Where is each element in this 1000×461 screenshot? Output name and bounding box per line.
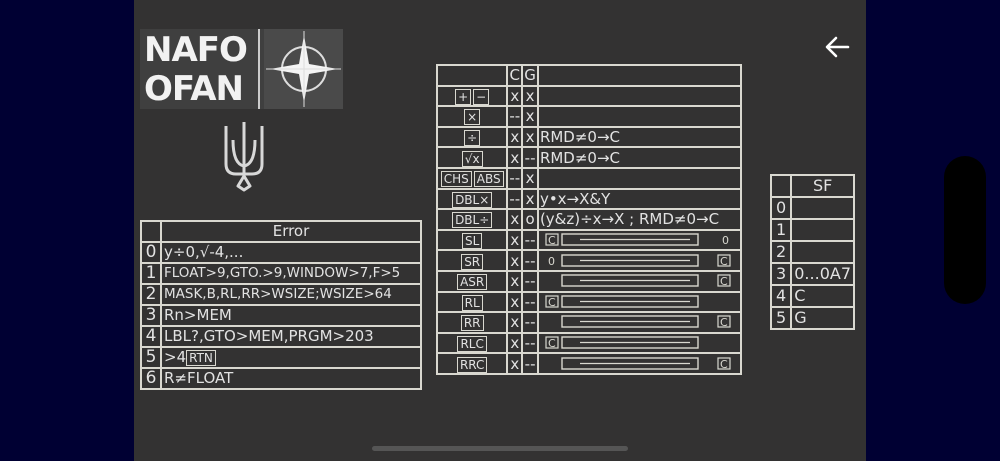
shift-diagram-sl: C0 xyxy=(545,233,729,247)
table-row: DBL÷ x o (y&z)÷x→X ; RMD≠0→C xyxy=(435,208,743,231)
table-row: √x x -- RMD≠0→C xyxy=(435,146,743,169)
key-6-0: DBL÷ xyxy=(452,212,493,229)
rtn-key: RTN xyxy=(186,350,216,366)
table-row: 0 y÷0,√-4,... xyxy=(140,241,422,264)
key-2-0: ÷ xyxy=(464,130,481,147)
shift-diagram-rr: C xyxy=(561,315,731,329)
error-header: Error xyxy=(160,220,422,243)
key-4-1: ABS xyxy=(473,171,504,188)
table-row: 2 xyxy=(769,240,855,264)
table-row: 5G xyxy=(769,306,855,330)
trident-icon xyxy=(224,122,264,192)
carry-label: C xyxy=(720,255,728,268)
zero-label: 0 xyxy=(548,255,555,268)
shift-diagram-sr: C0 xyxy=(548,253,731,268)
logo-divider xyxy=(258,29,260,109)
logo-line1: NAFO xyxy=(144,30,248,70)
key-4-0: CHS xyxy=(440,171,472,188)
key-10-0: RL xyxy=(461,294,483,311)
table-row: CHS ABS -- x xyxy=(435,166,743,190)
home-indicator[interactable] xyxy=(372,446,628,451)
key-11-0: RR xyxy=(460,315,484,332)
shift-diagram-rrc: C xyxy=(561,356,731,371)
key-12-0: RLC xyxy=(457,336,487,353)
zero-label: 0 xyxy=(722,234,729,247)
table-row: + − x x xyxy=(435,84,743,108)
key-1-0: × xyxy=(464,109,481,126)
table-row: 4 LBL?,GTO>MEM,PRGM>203 xyxy=(140,325,422,348)
shift-diagram-asr: C xyxy=(561,274,731,288)
error-table: Error 0 y÷0,√-4,... 1 FLOAT>9,GTO.>9,WINDO… xyxy=(140,220,422,390)
carry-label: C xyxy=(720,358,728,371)
table-row: RR x -- C xyxy=(435,311,743,334)
key-0-1: − xyxy=(473,88,490,105)
key-8-0: SR xyxy=(461,253,484,270)
carry-label: C xyxy=(548,234,556,247)
key-3-0: √x xyxy=(461,150,483,167)
carry-label: C xyxy=(548,337,556,350)
table-row: 3 0...0A7 xyxy=(769,262,855,286)
table-row: ÷ x x RMD≠0→C xyxy=(435,125,743,149)
table-row: 1 xyxy=(769,218,855,242)
flags-table: SF 0 1 2 3 0...0A7 4C 5G xyxy=(769,174,855,330)
table-row: 1 FLOAT>9,GTO.>9,WINDOW>7,F>5 xyxy=(140,262,422,285)
table-row: RL x -- C xyxy=(435,290,743,314)
key-0-0: + xyxy=(455,88,472,105)
col-c-header: C xyxy=(506,64,524,87)
carry-label: C xyxy=(720,316,728,329)
operations-table: CG + − x x × -- x ÷ x x RMD≠0→C √x x -- RMD≠0→C CHS ABS -… xyxy=(435,64,743,375)
back-arrow-icon[interactable] xyxy=(822,34,852,60)
key-9-0: ASR xyxy=(457,274,488,291)
carry-label: C xyxy=(548,296,556,309)
table-row: RRC x -- C xyxy=(435,352,743,375)
table-row: SR x -- C 0 xyxy=(435,249,743,272)
key-13-0: RRC xyxy=(456,356,488,373)
table-row: 0 xyxy=(769,196,855,220)
table-row: 6 R≠FLOAT xyxy=(140,367,422,390)
key-7-0: SL xyxy=(462,233,483,250)
nafo-logo: NAFO OFAN xyxy=(140,29,343,109)
table-row: 3 Rn>MEM xyxy=(140,304,422,327)
side-handle[interactable] xyxy=(944,156,986,304)
table-row: SL x -- C 0 xyxy=(435,228,743,252)
shift-diagram-rl: C xyxy=(545,295,699,309)
col-g-header: G xyxy=(521,64,539,87)
table-row: ASR x -- C xyxy=(435,269,743,293)
key-5-0: DBL× xyxy=(452,191,493,208)
table-row: 2 MASK,B,RL,RR>WSIZE;WSIZE>64 xyxy=(140,283,422,306)
flags-header: SF xyxy=(790,174,855,198)
logo-line2: OFAN xyxy=(144,69,244,109)
table-row: DBL× -- x y•x→X&Y xyxy=(435,187,743,211)
table-row: RLC x -- C xyxy=(435,331,743,355)
table-row: 5 >4 RTN xyxy=(140,346,422,369)
carry-label: C xyxy=(720,275,728,288)
shift-diagram-rlc: C xyxy=(545,336,699,350)
table-row: 4C xyxy=(769,284,855,308)
table-row: × -- x xyxy=(435,105,743,128)
compass-star-icon xyxy=(264,29,343,109)
